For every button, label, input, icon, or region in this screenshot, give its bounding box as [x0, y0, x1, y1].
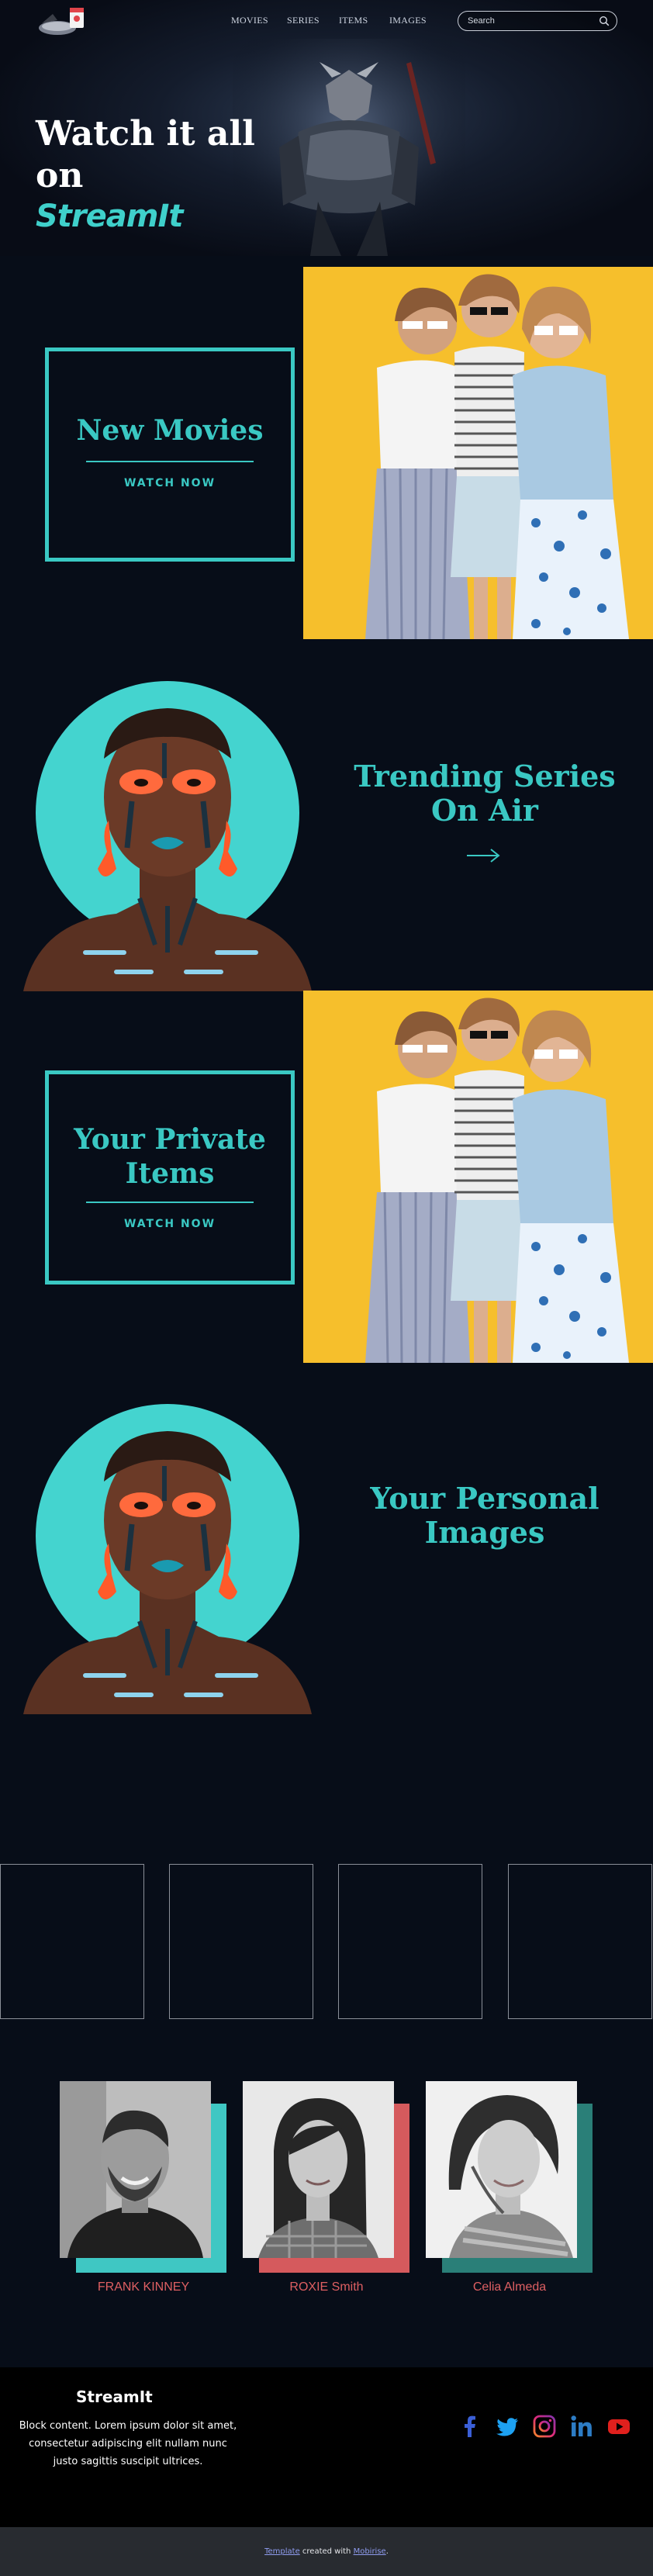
trending-title-line-2: On Air — [431, 793, 538, 828]
mobirise-link[interactable]: Mobirise — [354, 2547, 386, 2556]
women-group-photo-2 — [303, 991, 653, 1363]
member-name: FRANK KINNEY — [97, 2280, 190, 2294]
streamit-logo-icon[interactable] — [34, 3, 93, 39]
private-title-line-2: Items — [125, 1157, 215, 1190]
personal-title-line-1: Your Personal — [370, 1481, 599, 1516]
twitter-icon[interactable] — [495, 2414, 520, 2439]
hero-line-1: Watch it all — [36, 114, 255, 154]
private-items-frame: Your Private Items WATCH NOW — [45, 1070, 295, 1285]
new-movies-title: New Movies — [76, 414, 264, 447]
new-movies-divider — [86, 461, 254, 462]
search-box — [458, 11, 617, 31]
feature-card-4[interactable] — [508, 1864, 652, 2019]
feature-card-3[interactable] — [338, 1864, 482, 2019]
member-name: Celia Almeda — [472, 2280, 547, 2294]
celia-almeda-photo — [426, 2081, 577, 2258]
youtube-icon[interactable] — [606, 2414, 631, 2439]
frank-kinney-photo — [60, 2081, 211, 2258]
trending-title-line-1: Trending Series — [354, 759, 616, 794]
personal-images-title: Your Personal Images — [341, 1482, 628, 1550]
hero-line-2: on — [36, 156, 84, 195]
hero-banner: MOVIES SERIES ITEMS IMAGES Watch it all … — [0, 0, 653, 256]
private-title-line-1: Your Private — [74, 1123, 266, 1156]
private-items-title: Your Private Items — [49, 1122, 291, 1191]
footer-brand: StreamIt — [76, 2388, 153, 2406]
new-movies-watch-button[interactable]: WATCH NOW — [49, 477, 291, 489]
private-items-watch-button[interactable]: WATCH NOW — [49, 1218, 291, 1230]
footer-text: Block content. Lorem ipsum dolor sit ame… — [19, 2420, 237, 2467]
nav-link-movies[interactable]: MOVIES — [231, 15, 268, 26]
search-input[interactable] — [468, 15, 592, 27]
copyright-text: created with — [299, 2547, 354, 2556]
nav-link-items[interactable]: ITEMS — [339, 15, 368, 26]
hero-brand-name: StreamIt — [36, 199, 183, 234]
page-footer: StreamIt Block content. Lorem ipsum dolo… — [0, 2367, 653, 2527]
copyright-bar: Template created with Mobirise. — [0, 2527, 653, 2576]
template-link[interactable]: Template — [264, 2547, 300, 2556]
copyright-end: . — [385, 2547, 389, 2556]
nav-link-images[interactable]: IMAGES — [389, 15, 427, 26]
trending-series-title: Trending Series On Air — [341, 759, 628, 828]
feature-card-1[interactable] — [0, 1864, 144, 2019]
new-movies-frame: New Movies WATCH NOW — [45, 348, 295, 562]
facebook-icon[interactable] — [458, 2414, 482, 2439]
roxie-smith-photo — [243, 2081, 394, 2258]
member-name: ROXIE Smith — [289, 2280, 364, 2294]
women-group-photo — [303, 267, 653, 639]
painted-face-portrait-2 — [23, 1388, 312, 1714]
arrow-right-icon[interactable] — [465, 847, 501, 864]
hero-headline: Watch it all on — [36, 113, 255, 197]
linkedin-icon[interactable] — [569, 2414, 594, 2439]
painted-face-portrait — [23, 666, 312, 991]
instagram-icon[interactable] — [532, 2414, 557, 2439]
personal-title-line-2: Images — [424, 1515, 545, 1550]
top-navbar: MOVIES SERIES ITEMS IMAGES — [0, 0, 653, 43]
private-items-divider — [86, 1202, 254, 1203]
search-icon[interactable] — [599, 16, 610, 26]
hero-warrior-image — [233, 39, 465, 256]
nav-link-series[interactable]: SERIES — [287, 15, 320, 26]
feature-card-2[interactable] — [169, 1864, 313, 2019]
